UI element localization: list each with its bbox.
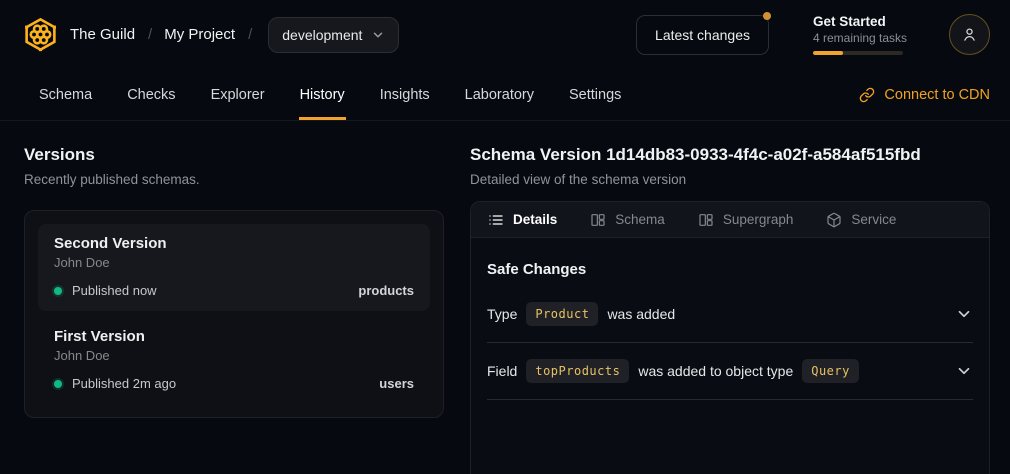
connect-to-cdn-label: Connect to CDN — [884, 87, 990, 103]
version-name: First Version — [54, 328, 414, 345]
change-row-field-added[interactable]: Field topProducts was added to object ty… — [487, 343, 973, 400]
versions-section: Versions Recently published schemas. Sec… — [24, 144, 444, 474]
tab-settings[interactable]: Settings — [568, 69, 622, 120]
target-nav: Schema Checks Explorer History Insights … — [0, 69, 1010, 121]
version-author: John Doe — [54, 348, 414, 363]
chevron-down-icon[interactable] — [955, 305, 973, 323]
code-badge: Query — [802, 359, 859, 383]
version-name: Second Version — [54, 235, 414, 252]
versions-card: Second Version John Doe Published now pr… — [24, 210, 444, 418]
breadcrumb-org[interactable]: The Guild — [70, 26, 135, 43]
tab-insights[interactable]: Insights — [379, 69, 431, 120]
detail-tab-label: Schema — [615, 212, 665, 227]
version-author: John Doe — [54, 255, 414, 270]
header-right: Latest changes Get Started 4 remaining t… — [636, 14, 990, 56]
version-status: Published now — [72, 283, 157, 298]
detail-tab-label: Details — [513, 212, 557, 227]
user-avatar[interactable] — [949, 14, 990, 55]
detail-tab-label: Supergraph — [723, 212, 794, 227]
version-meta: Published 2m ago users — [54, 376, 414, 391]
breadcrumb-separator: / — [248, 26, 252, 43]
get-started-subtitle: 4 remaining tasks — [813, 31, 905, 45]
change-text: was added — [607, 306, 675, 322]
versions-title: Versions — [24, 144, 444, 166]
get-started-title: Get Started — [813, 14, 905, 31]
target-selector[interactable]: development — [268, 17, 399, 53]
version-service: products — [358, 283, 414, 298]
schema-version-title: Schema Version 1d14db83-0933-4f4c-a02f-a… — [470, 144, 990, 166]
latest-changes-button[interactable]: Latest changes — [636, 15, 769, 55]
guild-logo-icon[interactable] — [22, 16, 59, 53]
change-text: was added to object type — [638, 363, 793, 379]
person-icon — [961, 26, 978, 43]
main-content: Versions Recently published schemas. Sec… — [0, 121, 1010, 474]
safe-changes-title: Safe Changes — [487, 261, 973, 278]
detail-tab-supergraph[interactable]: Supergraph — [698, 212, 794, 228]
get-started-widget[interactable]: Get Started 4 remaining tasks — [813, 14, 905, 56]
progress-fill — [813, 51, 843, 55]
version-status: Published 2m ago — [72, 376, 176, 391]
target-selector-value: development — [282, 27, 362, 43]
tab-schema[interactable]: Schema — [38, 69, 93, 120]
breadcrumb-separator: / — [148, 26, 152, 43]
breadcrumb-project[interactable]: My Project — [164, 26, 235, 43]
detail-tabbar: Details Schema Supergraph — [471, 202, 989, 238]
detail-tab-label: Service — [851, 212, 896, 227]
layout-icon — [698, 212, 714, 228]
version-detail-panel: Details Schema Supergraph — [470, 201, 990, 474]
get-started-progress-track — [813, 51, 903, 55]
tab-laboratory[interactable]: Laboratory — [464, 69, 535, 120]
detail-tab-schema[interactable]: Schema — [590, 212, 665, 228]
version-meta: Published now products — [54, 283, 414, 298]
layout-icon — [590, 212, 606, 228]
versions-subtitle: Recently published schemas. — [24, 172, 444, 187]
tab-history[interactable]: History — [299, 69, 346, 120]
change-text: Field — [487, 363, 517, 379]
published-status-dot — [54, 380, 62, 388]
version-item-first[interactable]: First Version John Doe Published 2m ago … — [38, 317, 430, 404]
detail-content: Safe Changes Type Product was added Fiel… — [471, 238, 989, 400]
change-row-type-added[interactable]: Type Product was added — [487, 286, 973, 343]
chevron-down-icon — [371, 28, 385, 42]
schema-version-subtitle: Detailed view of the schema version — [470, 172, 990, 187]
header-top: The Guild / My Project / development Lat… — [0, 0, 1010, 69]
version-item-second[interactable]: Second Version John Doe Published now pr… — [38, 224, 430, 311]
list-icon — [488, 212, 504, 228]
published-status-dot — [54, 287, 62, 295]
app-header: The Guild / My Project / development Lat… — [0, 0, 1010, 121]
tab-checks[interactable]: Checks — [126, 69, 176, 120]
version-service: users — [379, 376, 414, 391]
tab-explorer[interactable]: Explorer — [210, 69, 266, 120]
latest-changes-label: Latest changes — [655, 27, 750, 43]
code-badge: topProducts — [526, 359, 629, 383]
change-text: Type — [487, 306, 517, 322]
connect-to-cdn-link[interactable]: Connect to CDN — [859, 69, 990, 120]
detail-tab-service[interactable]: Service — [826, 212, 896, 228]
link-icon — [859, 87, 875, 103]
chevron-down-icon[interactable] — [955, 362, 973, 380]
detail-tab-details[interactable]: Details — [488, 212, 557, 228]
code-badge: Product — [526, 302, 598, 326]
notification-dot — [763, 12, 771, 20]
cube-icon — [826, 212, 842, 228]
schema-version-section: Schema Version 1d14db83-0933-4f4c-a02f-a… — [470, 144, 990, 474]
